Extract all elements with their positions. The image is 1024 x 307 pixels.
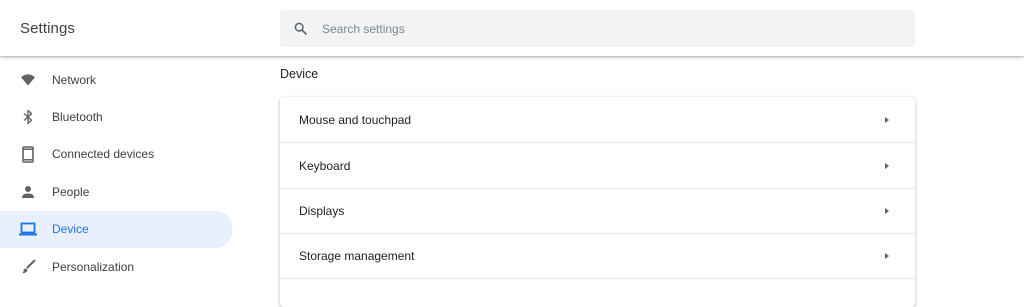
arrow-right-icon: [885, 116, 889, 123]
sidebar-item-label: Network: [52, 73, 97, 87]
row-label: Keyboard: [299, 158, 351, 173]
sidebar-item-connected-devices[interactable]: Connected devices: [0, 136, 232, 174]
wifi-icon: [19, 71, 37, 89]
row-label: Storage management: [299, 248, 415, 263]
sidebar-item-bluetooth[interactable]: Bluetooth: [0, 98, 232, 136]
sidebar-item-label: Personalization: [52, 259, 135, 274]
sidebar-item-device[interactable]: Device: [0, 210, 232, 248]
device-settings-card: Mouse and touchpad Keyboard Displays Sto…: [280, 97, 915, 307]
sidebar-item-label: Device: [52, 222, 89, 237]
sidebar-item-people[interactable]: People: [0, 173, 232, 211]
app-title: Settings: [20, 20, 75, 37]
arrow-right-icon: [885, 162, 889, 169]
sidebar-item-label: Connected devices: [52, 147, 155, 162]
sidebar-item-label: Bluetooth: [52, 109, 103, 124]
laptop-icon: [19, 220, 37, 238]
row-label: Mouse and touchpad: [299, 112, 412, 127]
section-title: Device: [280, 67, 319, 81]
sidebar-item-personalization[interactable]: Personalization: [0, 248, 232, 286]
search-input[interactable]: Search settings: [280, 10, 915, 47]
brush-icon: [19, 258, 37, 276]
row-storage-management[interactable]: Storage management: [280, 233, 915, 279]
row-keyboard[interactable]: Keyboard: [280, 143, 915, 189]
sidebar-item-network[interactable]: Network: [0, 62, 232, 98]
person-icon: [19, 183, 37, 201]
search-placeholder: Search settings: [322, 21, 405, 36]
sidebar-item-label: People: [52, 184, 90, 199]
bluetooth-icon: [19, 108, 37, 126]
phone-icon: [19, 145, 37, 163]
row-displays[interactable]: Displays: [280, 188, 915, 234]
arrow-right-icon: [885, 207, 889, 214]
app-header: Settings Search settings: [0, 0, 1024, 56]
arrow-right-icon: [885, 252, 889, 259]
row-label: Displays: [299, 203, 345, 218]
row-mouse-and-touchpad[interactable]: Mouse and touchpad: [280, 97, 915, 143]
sidebar-nav: Network Bluetooth Connected devices Peop…: [0, 62, 232, 286]
search-icon: [292, 21, 308, 37]
